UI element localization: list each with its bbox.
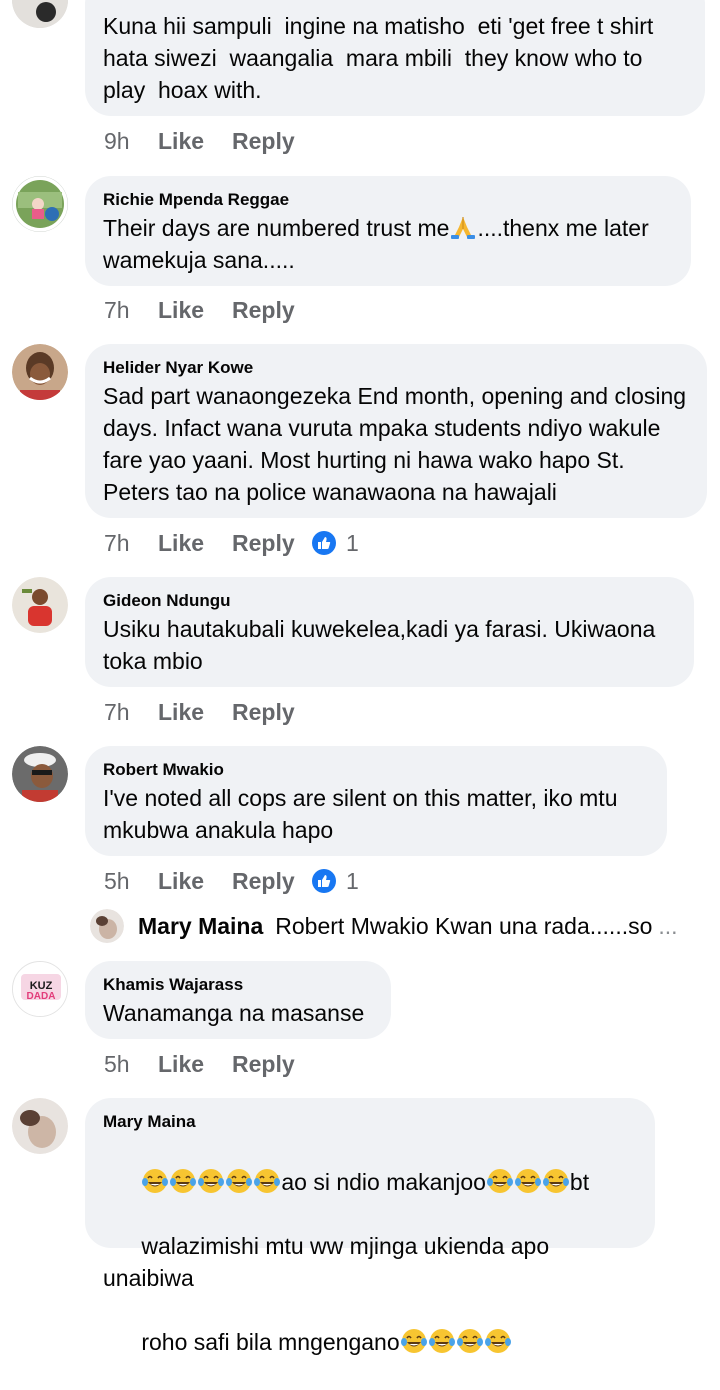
tears-of-joy-icon <box>197 1167 225 1195</box>
comment-actions: 7h Like Reply <box>104 697 312 727</box>
like-reaction-icon <box>312 869 336 893</box>
like-button[interactable]: Like <box>158 530 232 557</box>
avatar[interactable] <box>12 0 68 28</box>
tears-of-joy-icon <box>542 1167 570 1195</box>
timestamp: 5h <box>104 867 130 894</box>
like-button[interactable]: Like <box>158 1051 232 1078</box>
like-reaction-icon <box>312 531 336 555</box>
comment-text: Usiku hautakubali kuwekelea,kadi ya fara… <box>103 616 662 674</box>
avatar[interactable] <box>12 344 68 400</box>
comment-bubble: Gideon Ndungu Usiku hautakubali kuwekele… <box>85 577 694 687</box>
tears-of-joy-icon-group <box>486 1169 570 1195</box>
reaction-count-value: 1 <box>346 867 359 894</box>
tears-of-joy-icon <box>141 1167 169 1195</box>
tears-of-joy-icon <box>514 1167 542 1195</box>
comment-bubble: Richie Mpenda Reggae Their days are numb… <box>85 176 691 286</box>
comment-text: ao si ndio makanjoo bt walazimishi mtu ww… <box>103 1134 635 1390</box>
tears-of-joy-icon <box>486 1167 514 1195</box>
reply-button[interactable]: Reply <box>232 868 312 895</box>
reply-button[interactable]: Reply <box>232 1051 312 1078</box>
comment-text: Sad part wanaongezeka End month, opening… <box>103 383 693 505</box>
comment-text-part: Their days are numbered trust me <box>103 215 450 241</box>
tears-of-joy-icon-group <box>400 1329 512 1355</box>
comment-text-part: ao si ndio makanjoo <box>281 1169 486 1195</box>
comment-author[interactable]: Helider Nyar Kowe <box>103 358 687 378</box>
tears-of-joy-icon-group <box>141 1169 281 1195</box>
like-button[interactable]: Like <box>158 699 232 726</box>
like-button[interactable]: Like <box>158 297 232 324</box>
praying-hands-icon <box>449 213 477 241</box>
comment-author[interactable]: Richie Mpenda Reggae <box>103 190 671 210</box>
comment-bubble: Kuna hii sampuli ingine na matisho eti '… <box>85 0 705 116</box>
reply-text: Robert Mwakio Kwan una rada......so <box>275 912 653 939</box>
comment-actions: 9h Like Reply <box>104 126 312 156</box>
comment-text-part: roho safi bila mngengano <box>141 1329 400 1355</box>
comment-author[interactable]: Robert Mwakio <box>103 760 647 780</box>
tears-of-joy-icon <box>484 1327 512 1355</box>
avatar[interactable] <box>12 1098 68 1154</box>
comment-actions: 7h Like Reply <box>104 295 312 325</box>
comment-text: I've noted all cops are silent on this m… <box>103 785 624 843</box>
comment-author[interactable]: Mary Maina <box>103 1112 635 1132</box>
comment-actions: 5h Like Reply 1 <box>104 866 359 896</box>
timestamp: 7h <box>104 296 130 323</box>
avatar[interactable] <box>12 176 68 232</box>
tears-of-joy-icon <box>400 1327 428 1355</box>
tears-of-joy-icon <box>253 1167 281 1195</box>
comment-bubble: Khamis Wajarass Wanamanga na masanse <box>85 961 391 1039</box>
comment-bubble: Robert Mwakio I've noted all cops are si… <box>85 746 667 856</box>
tears-of-joy-icon <box>225 1167 253 1195</box>
reply-more: ... <box>658 912 678 939</box>
comment-text: Their days are numbered trust me ....then… <box>103 212 671 276</box>
comment-actions: 7h Like Reply 1 <box>104 528 359 558</box>
reply-avatar <box>90 909 124 943</box>
avatar[interactable] <box>12 577 68 633</box>
comment-text: Kuna hii sampuli ingine na matisho eti '… <box>103 13 660 103</box>
tears-of-joy-icon <box>169 1167 197 1195</box>
reply-button[interactable]: Reply <box>232 297 312 324</box>
timestamp: 7h <box>104 529 130 556</box>
comment-author[interactable]: Khamis Wajarass <box>103 975 371 995</box>
reaction-count-value: 1 <box>346 529 359 556</box>
avatar[interactable] <box>12 746 68 802</box>
comment-actions: 5h Like Reply <box>104 1049 312 1079</box>
avatar-logo-text: DADA <box>27 991 56 1002</box>
like-button[interactable]: Like <box>158 128 232 155</box>
timestamp: 9h <box>104 127 130 154</box>
comment-text: Wanamanga na masanse <box>103 1000 365 1026</box>
tears-of-joy-icon <box>456 1327 484 1355</box>
reaction-count[interactable]: 1 <box>312 530 359 557</box>
avatar[interactable]: KUZ DADA <box>12 961 68 1017</box>
like-button[interactable]: Like <box>158 868 232 895</box>
comment-text-part: walazimishi mtu ww mjinga ukienda apo un… <box>103 1233 556 1291</box>
comment-text-part: bt <box>569 1169 590 1195</box>
reply-button[interactable]: Reply <box>232 530 312 557</box>
reaction-count[interactable]: 1 <box>312 868 359 895</box>
comment-author[interactable]: Gideon Ndungu <box>103 591 674 611</box>
timestamp: 5h <box>104 1050 130 1077</box>
timestamp: 7h <box>104 698 130 725</box>
reply-preview[interactable]: Mary Maina Robert Mwakio Kwan una rada..… <box>90 906 678 946</box>
reply-author[interactable]: Mary Maina <box>138 913 263 940</box>
reply-button[interactable]: Reply <box>232 699 312 726</box>
comment-bubble: Mary Maina ao si ndio makanjoo bt walazim… <box>85 1098 655 1355</box>
comment-bubble: Helider Nyar Kowe Sad part wanaongezeka … <box>85 344 707 518</box>
tears-of-joy-icon <box>428 1327 456 1355</box>
reply-button[interactable]: Reply <box>232 128 312 155</box>
